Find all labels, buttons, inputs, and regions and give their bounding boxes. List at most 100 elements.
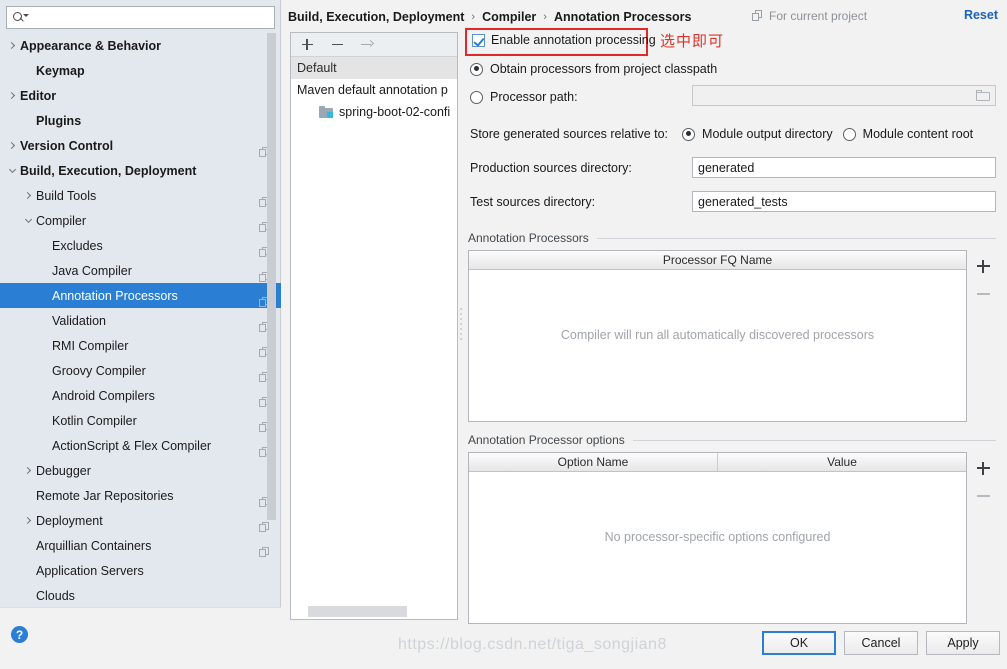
module-output-directory-radio[interactable] xyxy=(682,128,695,141)
sidebar-item-remote-jar-repositories[interactable]: Remote Jar Repositories xyxy=(0,483,281,508)
breadcrumb-item-1[interactable]: Compiler xyxy=(482,10,536,24)
module-group-header[interactable]: Default xyxy=(291,57,457,79)
minus-icon xyxy=(977,495,990,497)
apply-button[interactable]: Apply xyxy=(926,631,1000,655)
options-table-body[interactable]: No processor-specific options configured xyxy=(469,472,966,623)
chevron-right-icon[interactable] xyxy=(20,193,36,198)
chevron-right-icon[interactable] xyxy=(20,468,36,473)
sidebar-scrollbar-thumb[interactable] xyxy=(267,33,276,520)
processors-table-body[interactable]: Compiler will run all automatically disc… xyxy=(469,270,966,421)
module-hscrollbar[interactable] xyxy=(292,606,457,617)
store-generated-sources-label: Store generated sources relative to: xyxy=(470,127,668,141)
sidebar-item-android-compilers[interactable]: Android Compilers xyxy=(0,383,281,408)
sidebar-item-label: Keymap xyxy=(36,64,259,78)
sidebar-scrollbar[interactable] xyxy=(267,33,276,593)
breadcrumb-item-0[interactable]: Build, Execution, Deployment xyxy=(288,10,464,24)
production-sources-input[interactable] xyxy=(692,157,996,178)
remove-profile-button[interactable] xyxy=(329,37,345,53)
module-row-label: Maven default annotation p xyxy=(297,83,448,97)
chevron-right-icon[interactable] xyxy=(4,93,20,98)
sidebar-item-label: Java Compiler xyxy=(52,264,259,278)
sidebar-item-application-servers[interactable]: Application Servers xyxy=(0,558,281,583)
module-list-item[interactable]: spring-boot-02-confi xyxy=(291,101,457,123)
obtain-from-classpath-radio-row[interactable]: Obtain processors from project classpath xyxy=(470,62,717,76)
help-icon[interactable]: ? xyxy=(11,626,28,643)
column-header-value[interactable]: Value xyxy=(717,453,966,471)
module-rows[interactable]: Default Maven default annotation p spring-… xyxy=(291,57,457,123)
sidebar-item-debugger[interactable]: Debugger xyxy=(0,458,281,483)
sidebar-item-annotation-processors[interactable]: Annotation Processors xyxy=(0,283,281,308)
sidebar-item-plugins[interactable]: Plugins xyxy=(0,108,281,133)
sidebar-item-groovy-compiler[interactable]: Groovy Compiler xyxy=(0,358,281,383)
sidebar-item-editor[interactable]: Editor xyxy=(0,83,281,108)
sidebar-item-kotlin-compiler[interactable]: Kotlin Compiler xyxy=(0,408,281,433)
module-row-label: Default xyxy=(297,61,337,75)
scope-label: For current project xyxy=(769,9,867,23)
module-content-root-radio-row[interactable]: Module content root xyxy=(843,127,974,141)
module-row-label: spring-boot-02-confi xyxy=(339,105,450,119)
settings-tree[interactable]: Appearance & Behavior Keymap EditorPlugins… xyxy=(0,33,281,606)
options-table[interactable]: Option Name Value No processor-specific … xyxy=(468,452,967,624)
profile-list-item[interactable]: Maven default annotation p xyxy=(291,79,457,101)
processor-path-radio-row[interactable]: Processor path: xyxy=(470,90,578,104)
enable-annotation-processing-checkbox[interactable] xyxy=(472,34,485,47)
enable-annotation-processing-label: Enable annotation processing xyxy=(491,33,656,47)
minus-icon xyxy=(977,293,990,295)
sidebar-item-actionscript-flex-compiler[interactable]: ActionScript & Flex Compiler xyxy=(0,433,281,458)
sidebar-item-label: Excludes xyxy=(52,239,259,253)
add-processor-button[interactable] xyxy=(973,252,993,280)
sidebar-item-label: Build, Execution, Deployment xyxy=(20,164,259,178)
move-to-profile-button[interactable] xyxy=(359,37,375,53)
sidebar-item-label: RMI Compiler xyxy=(52,339,259,353)
chevron-down-icon[interactable] xyxy=(20,220,36,222)
sidebar-item-validation[interactable]: Validation xyxy=(0,308,281,333)
processors-table[interactable]: Processor FQ Name Compiler will run all … xyxy=(468,250,967,422)
chevron-right-icon[interactable] xyxy=(20,518,36,523)
minus-icon xyxy=(332,44,343,46)
sidebar-item-compiler[interactable]: Compiler xyxy=(0,208,281,233)
chevron-right-icon[interactable] xyxy=(4,143,20,148)
breadcrumb-separator: › xyxy=(471,11,475,23)
processor-path-field[interactable] xyxy=(692,85,996,106)
sidebar-item-appearance-behavior[interactable]: Appearance & Behavior xyxy=(0,33,281,58)
panel-splitter[interactable] xyxy=(457,300,465,348)
add-option-button[interactable] xyxy=(973,454,993,482)
sidebar-item-build-tools[interactable]: Build Tools xyxy=(0,183,281,208)
settings-sidebar: Appearance & Behavior Keymap EditorPlugins… xyxy=(0,0,281,669)
plus-icon xyxy=(977,462,990,475)
reset-link[interactable]: Reset xyxy=(964,8,998,22)
sidebar-item-build-execution-deployment[interactable]: Build, Execution, Deployment xyxy=(0,158,281,183)
chevron-right-icon[interactable] xyxy=(4,43,20,48)
sidebar-item-version-control[interactable]: Version Control xyxy=(0,133,281,158)
cancel-button[interactable]: Cancel xyxy=(844,631,918,655)
options-table-empty-text: No processor-specific options configured xyxy=(605,530,831,544)
remove-option-button[interactable] xyxy=(973,482,993,510)
search-field[interactable] xyxy=(6,6,275,29)
sidebar-item-rmi-compiler[interactable]: RMI Compiler xyxy=(0,333,281,358)
folder-browse-icon[interactable] xyxy=(973,89,995,103)
sidebar-item-deployment[interactable]: Deployment xyxy=(0,508,281,533)
sidebar-item-excludes[interactable]: Excludes xyxy=(0,233,281,258)
remove-processor-button[interactable] xyxy=(973,280,993,308)
search-input[interactable] xyxy=(31,9,274,27)
processor-path-radio[interactable] xyxy=(470,91,483,104)
chevron-down-icon[interactable] xyxy=(4,170,20,172)
sidebar-item-java-compiler[interactable]: Java Compiler xyxy=(0,258,281,283)
settings-dialog: Appearance & Behavior Keymap EditorPlugins… xyxy=(0,0,1007,669)
column-header-processor-fq-name[interactable]: Processor FQ Name xyxy=(469,251,966,269)
sidebar-item-keymap[interactable]: Keymap xyxy=(0,58,281,83)
column-header-option-name[interactable]: Option Name xyxy=(469,453,717,471)
module-content-root-radio[interactable] xyxy=(843,128,856,141)
ok-button[interactable]: OK xyxy=(762,631,836,655)
copy-icon xyxy=(752,10,764,22)
enable-annotation-processing-row[interactable]: Enable annotation processing xyxy=(472,33,656,47)
module-hscrollbar-thumb[interactable] xyxy=(308,606,407,617)
add-profile-button[interactable] xyxy=(299,37,315,53)
test-sources-input[interactable] xyxy=(692,191,996,212)
sidebar-item-arquillian-containers[interactable]: Arquillian Containers xyxy=(0,533,281,558)
obtain-from-classpath-radio[interactable] xyxy=(470,63,483,76)
processor-path-input[interactable] xyxy=(693,88,973,104)
processor-options-group-label: Annotation Processor options xyxy=(468,433,633,447)
module-output-directory-radio-row[interactable]: Module output directory xyxy=(682,127,833,141)
sidebar-item-clouds[interactable]: Clouds xyxy=(0,583,281,606)
